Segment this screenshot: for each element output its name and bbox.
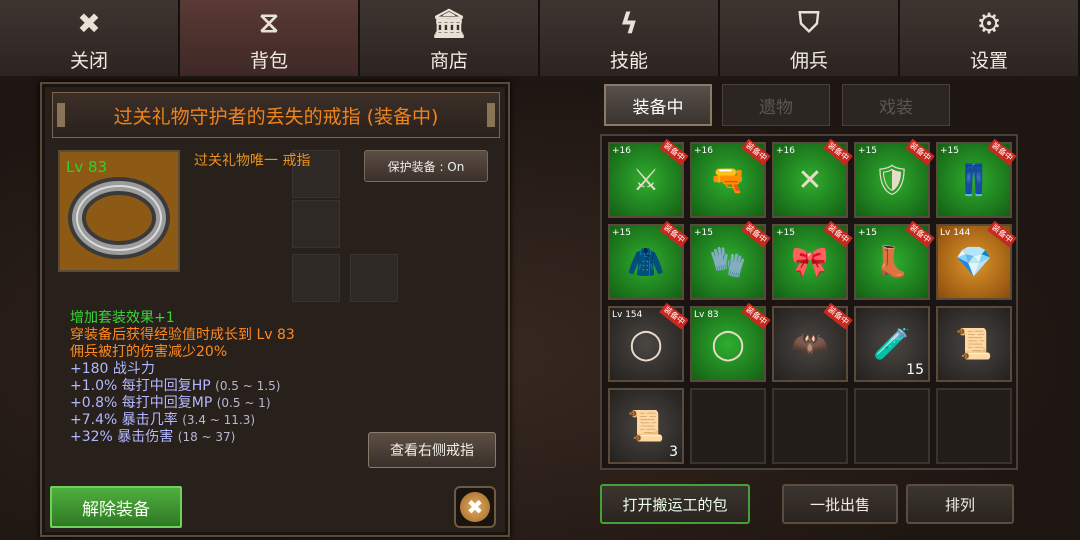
inventory-slot[interactable]: 🛡 +15 装备中 [854, 138, 935, 218]
nav-tab-mercenary[interactable]: ⛉ 佣兵 [720, 0, 900, 76]
nav-label: 设置 [969, 50, 1008, 72]
item-level-label: +15 [694, 228, 713, 238]
stat-line: +0.8% 每打中回复MP (0.5 ~ 1) [70, 395, 295, 412]
inventory-slot[interactable] [772, 388, 848, 464]
inventory-slot[interactable]: 🎀 +15 装备中 [772, 220, 853, 300]
item-title-bar: 过关礼物守护者的丢失的戒指 (装备中) [52, 92, 500, 138]
stats-list: 增加套装效果+1 穿装备后获得经验值时成长到 Lv 83 佣兵被打的伤害减少20… [70, 310, 295, 446]
item-icon: 📜 [955, 326, 993, 362]
nav-tab-shop[interactable]: 🏛 商店 [360, 0, 540, 76]
stat-text: 佣兵被打的伤害减少20% [70, 344, 228, 360]
inventory-slot[interactable]: 💎 Lv 144 装备中 [936, 220, 1017, 300]
top-nav: ✖ 关闭 ⧖ 背包 🏛 商店 ϟ 技能 ⛉ 佣兵 ⚙ 设置 [0, 0, 1080, 76]
stat-line: +180 战斗力 [70, 361, 295, 378]
item-level: Lv 83 [66, 158, 108, 176]
inventory-slot[interactable]: 👢 +15 装备中 [854, 220, 935, 300]
inventory-slot[interactable]: 🧤 +15 装备中 [690, 220, 771, 300]
item-level-label: +16 [612, 146, 631, 156]
stat-line: 佣兵被打的伤害减少20% [70, 344, 295, 361]
item-level-label: Lv 154 [612, 310, 643, 320]
item-level-label: +15 [776, 228, 795, 238]
stat-line: +32% 暴击伤害 (18 ~ 37) [70, 429, 295, 446]
inventory-slot[interactable]: 📜 [936, 306, 1012, 382]
stat-range: (18 ~ 37) [177, 430, 236, 444]
inventory-slot[interactable]: 🦇 装备中 [772, 302, 853, 382]
sort-button[interactable]: 排列 [906, 484, 1014, 524]
stat-text: 增加套装效果+1 [70, 310, 175, 326]
stat-text: +1.0% 每打中回复HP [70, 378, 211, 394]
nav-label: 背包 [249, 50, 288, 72]
item-quantity: 3 [669, 444, 678, 460]
item-detail-panel: 过关礼物守护者的丢失的戒指 (装备中) Lv 83 过关礼物唯一 戒指 保护装备… [40, 82, 510, 537]
item-level-label: +15 [858, 228, 877, 238]
item-level-label: +15 [858, 146, 877, 156]
shield-icon: ⛉ [798, 6, 820, 39]
inventory-slot[interactable]: ⚔ +16 装备中 [608, 138, 689, 218]
inventory-slot[interactable]: 🧥 +15 装备中 [608, 220, 689, 300]
stat-line: 穿装备后获得经验值时成长到 Lv 83 [70, 327, 295, 344]
nav-tab-skills[interactable]: ϟ 技能 [540, 0, 720, 76]
stat-text: +0.8% 每打中回复MP [70, 395, 213, 411]
inventory-slot[interactable] [690, 388, 766, 464]
inventory-slot[interactable]: ◯ Lv 154 装备中 [608, 302, 689, 382]
bulk-sell-button[interactable]: 一批出售 [782, 484, 898, 524]
view-right-ring-button[interactable]: 查看右侧戒指 [368, 432, 496, 468]
nav-tab-settings[interactable]: ⚙ 设置 [900, 0, 1080, 76]
stat-range: (0.5 ~ 1.5) [215, 379, 281, 393]
item-level-label: +15 [940, 146, 959, 156]
inventory-slot[interactable]: 🧪 15 [854, 306, 930, 382]
stat-text: +180 战斗力 [70, 361, 155, 377]
nav-label: 关闭 [69, 50, 108, 72]
inventory-slot[interactable]: 📜 3 [608, 388, 684, 464]
stat-text: +32% 暴击伤害 [70, 429, 174, 445]
tab-equipped[interactable]: 装备中 [604, 84, 712, 126]
item-title: 过关礼物守护者的丢失的戒指 (装备中) [113, 105, 439, 128]
item-level-label: Lv 144 [940, 228, 971, 238]
tab-costume[interactable]: 戏装 [842, 84, 950, 126]
item-quantity: 15 [906, 362, 924, 378]
unequip-button[interactable]: 解除装备 [50, 486, 182, 528]
inventory-slot[interactable] [854, 388, 930, 464]
tab-relics[interactable]: 遗物 [722, 84, 830, 126]
close-icon: ✖ [77, 6, 101, 40]
nav-label: 佣兵 [789, 50, 828, 72]
protect-equipment-button[interactable]: 保护装备 : On [364, 150, 488, 182]
stat-text: 穿装备后获得经验值时成长到 Lv 83 [70, 327, 295, 343]
close-panel-button[interactable]: ✖ [454, 486, 496, 528]
inventory-grid: ⚔ +16 装备中 🔫 +16 装备中 ✕ +16 装备中 🛡 +15 装备中 👖 +15 装备中 🧥 +15 装… [600, 134, 1018, 470]
open-porter-bag-button[interactable]: 打开搬运工的包 [600, 484, 750, 524]
inventory-slot[interactable]: 🔫 +16 装备中 [690, 138, 771, 218]
stat-range: (3.4 ~ 11.3) [182, 413, 256, 427]
item-level-label: +15 [612, 228, 631, 238]
stat-text: +7.4% 暴击几率 [70, 412, 178, 428]
nav-label: 商店 [429, 50, 468, 72]
shop-icon: 🏛 [431, 6, 467, 40]
item-icon-frame: Lv 83 [58, 150, 180, 272]
inventory-slot[interactable] [936, 388, 1012, 464]
inventory-slot[interactable]: 👖 +15 装备中 [936, 138, 1017, 218]
item-level-label: +16 [694, 146, 713, 156]
stat-line: +1.0% 每打中回复HP (0.5 ~ 1.5) [70, 378, 295, 395]
item-subtitle: 过关礼物唯一 戒指 [194, 153, 311, 169]
item-level-label: +16 [776, 146, 795, 156]
lightning-icon: ϟ [619, 6, 639, 40]
inventory-slot[interactable]: ✕ +16 装备中 [772, 138, 853, 218]
nav-tab-close[interactable]: ✖ 关闭 [0, 0, 180, 76]
bag-icon: ⧖ [259, 6, 279, 39]
nav-tab-bag[interactable]: ⧖ 背包 [180, 0, 360, 76]
item-level-label: Lv 83 [694, 310, 719, 320]
stat-range: (0.5 ~ 1) [216, 396, 271, 410]
close-icon: ✖ [460, 492, 490, 522]
stat-line: +7.4% 暴击几率 (3.4 ~ 11.3) [70, 412, 295, 429]
gear-icon: ⚙ [976, 6, 1002, 40]
stat-line: 增加套装效果+1 [70, 310, 295, 327]
inventory-slot[interactable]: ◯ Lv 83 装备中 [690, 302, 771, 382]
nav-label: 技能 [609, 50, 648, 72]
